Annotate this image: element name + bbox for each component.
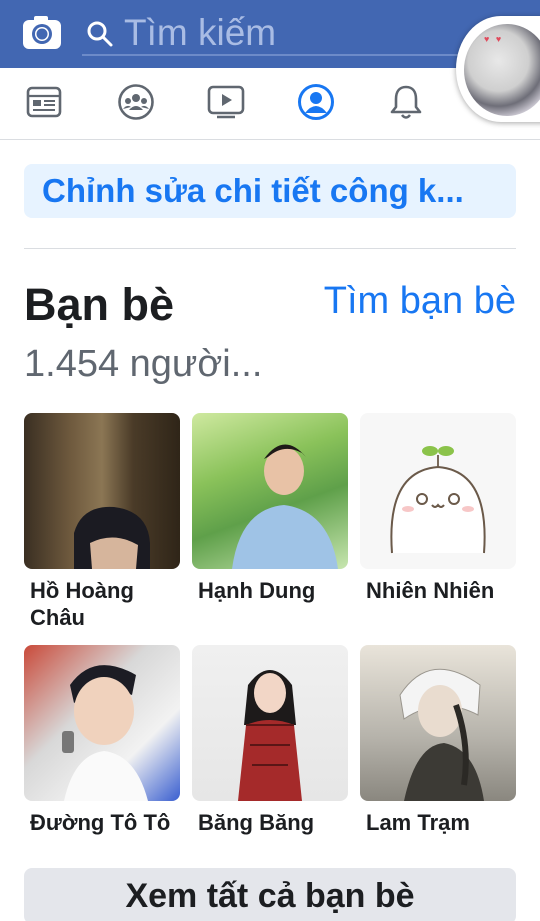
- heart-icon: ♥ ♥: [484, 34, 504, 44]
- friend-card[interactable]: Hạnh Dung: [192, 413, 348, 604]
- friend-card[interactable]: Đường Tô Tô: [24, 645, 180, 836]
- tab-profile[interactable]: [294, 82, 338, 126]
- friend-photo[interactable]: [360, 413, 516, 569]
- friend-name[interactable]: Lam Trạm: [360, 809, 516, 836]
- tab-groups[interactable]: [114, 82, 158, 126]
- profile-icon: [297, 83, 335, 126]
- search-icon: [86, 20, 114, 48]
- friend-photo[interactable]: [24, 645, 180, 801]
- friend-name[interactable]: Đường Tô Tô: [24, 809, 180, 836]
- news-feed-icon: [26, 85, 62, 124]
- friends-count: 1.454 người...: [24, 343, 263, 385]
- friend-name[interactable]: Hồ Hoàng Châu: [24, 577, 180, 631]
- groups-icon: [117, 83, 155, 126]
- search-bar[interactable]: Tìm kiếm: [82, 10, 458, 56]
- friends-section-title: Bạn bè: [24, 279, 175, 330]
- friend-name[interactable]: Băng Băng: [192, 809, 348, 836]
- friend-name[interactable]: Nhiên Nhiên: [360, 577, 516, 604]
- camera-icon[interactable]: [22, 14, 62, 50]
- friend-photo[interactable]: [192, 413, 348, 569]
- section-divider: [24, 248, 516, 249]
- friend-card[interactable]: Băng Băng: [192, 645, 348, 836]
- see-all-friends-button[interactable]: Xem tất cả bạn bè: [24, 868, 516, 921]
- watch-icon: [207, 84, 245, 125]
- tab-notifications[interactable]: [384, 82, 428, 126]
- friend-photo[interactable]: [360, 645, 516, 801]
- friend-card[interactable]: Lam Trạm: [360, 645, 516, 836]
- friend-card[interactable]: Hồ Hoàng Châu: [24, 413, 180, 631]
- chat-head-avatar[interactable]: ♥ ♥: [456, 16, 540, 122]
- find-friends-link[interactable]: Tìm bạn bè: [324, 276, 516, 326]
- friend-name[interactable]: Hạnh Dung: [192, 577, 348, 604]
- edit-public-details-button[interactable]: Chỉnh sửa chi tiết công k...: [24, 164, 516, 218]
- friend-photo[interactable]: [192, 645, 348, 801]
- friend-photo[interactable]: [24, 413, 180, 569]
- tab-watch[interactable]: [204, 82, 248, 126]
- friend-card[interactable]: Nhiên Nhiên: [360, 413, 516, 604]
- tab-news-feed[interactable]: [22, 82, 66, 126]
- notifications-icon: [388, 83, 424, 126]
- search-input[interactable]: Tìm kiếm: [124, 13, 276, 53]
